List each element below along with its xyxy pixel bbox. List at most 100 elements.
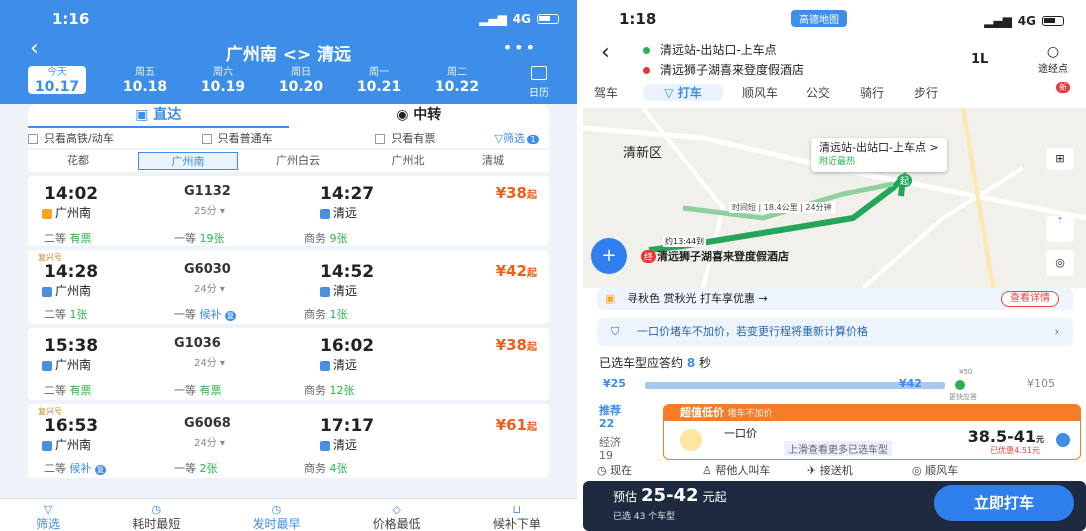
calendar-button[interactable]: 日历 xyxy=(529,66,549,99)
end-location: 清远狮子湖喜来登度假酒店 xyxy=(660,63,805,77)
tab-transfer[interactable]: ◉ 中转 xyxy=(289,104,550,128)
date-tab[interactable]: 周五 10.18 xyxy=(106,66,184,94)
offer-header: 超值低价 堵车不加价 xyxy=(664,405,1080,421)
station-option[interactable]: 广州白云 xyxy=(248,152,348,170)
arrival-time: 17:17 xyxy=(320,416,375,436)
promo-detail-button[interactable]: 查看详情 xyxy=(1001,291,1059,307)
offer-subtitle: 堵车不加价 xyxy=(727,409,773,419)
station-option[interactable]: 广州南 xyxy=(138,152,238,170)
waitlist-tab[interactable]: ⊔ 候补下单 xyxy=(493,503,541,531)
date-tab[interactable]: 今天 10.17 xyxy=(28,66,86,94)
app-badge[interactable]: 高德地图 xyxy=(791,10,847,27)
filter-button[interactable]: ▽筛选 1 xyxy=(495,130,539,146)
end-station-icon xyxy=(320,208,330,219)
coin-icon xyxy=(680,429,702,451)
layers-icon[interactable]: ⊞ xyxy=(1046,148,1074,170)
from-station: 广州南 xyxy=(42,282,91,299)
train-number: G6068 xyxy=(184,416,231,431)
bottom-label: 价格最低 xyxy=(372,517,421,531)
slider-handle[interactable] xyxy=(955,380,965,390)
seat-availability: 二等 候补 复 一等 2张 商务 4张 xyxy=(44,460,434,476)
locate-icon[interactable]: ◎ xyxy=(1046,250,1074,276)
selected-check-icon[interactable] xyxy=(1056,433,1070,447)
seat-status: 2张 xyxy=(199,462,218,475)
duration: 24分 ▾ xyxy=(194,358,225,369)
tab-taxi[interactable]: ▽ 打车 xyxy=(643,84,723,101)
sort-duration-tab[interactable]: ◷ 耗时最短 xyxy=(132,503,180,531)
sort-departure-tab[interactable]: ◷ 发时最早 xyxy=(252,503,300,531)
bottom-label: 发时最早 xyxy=(252,517,301,531)
train-card[interactable]: 复兴号 16:53 G6068 24分 ▾ 17:17 广州南 清远 ¥61起 … xyxy=(28,404,549,478)
tab-walk[interactable]: 步行 xyxy=(899,84,953,101)
promo-banner[interactable]: ▣ 寻秋色 赏秋光 打车享优惠 → 查看详情 xyxy=(597,288,1073,310)
seat-business: 商务 12张 xyxy=(304,382,434,398)
train-number: G1036 xyxy=(174,336,221,351)
battery-icon xyxy=(537,14,559,24)
pickup-callout[interactable]: 清远站-出站口-上车点 > 附近最热 xyxy=(811,138,947,172)
tab-bike[interactable]: 骑行 xyxy=(845,84,899,101)
route-select-icon[interactable]: ⇡ xyxy=(1046,216,1074,242)
station-option[interactable]: 清城 xyxy=(468,152,518,170)
train-card[interactable]: 复兴号 14:28 G6030 24分 ▾ 14:52 广州南 清远 ¥42起 … xyxy=(28,250,549,324)
train-card[interactable]: 15:38 G1036 24分 ▾ 16:02 广州南 清远 ¥38起 二等 有… xyxy=(28,328,549,400)
filter-high-speed[interactable]: 只看高铁/动车 xyxy=(28,130,202,146)
more-icon[interactable]: ••• xyxy=(503,38,537,57)
seat-status: 1张 xyxy=(69,308,88,321)
date-tab[interactable]: 周二 10.22 xyxy=(418,66,496,94)
option-now[interactable]: ◷ 现在 xyxy=(597,462,702,478)
end-station-icon xyxy=(320,286,330,297)
price-slider[interactable]: ¥25 ¥42 ¥50 更快应答 ¥105 xyxy=(597,368,1073,401)
network-label: 4G xyxy=(512,12,531,26)
option-label: 帮他人叫车 xyxy=(715,464,771,477)
offer-card[interactable]: 超值低价 堵车不加价 一口价 38.5-41元 已优惠4.51元 上滑查看更多已… xyxy=(663,404,1081,460)
swap-button[interactable]: 1L xyxy=(971,52,988,67)
category-count: 19 xyxy=(599,449,613,462)
price-unit: 起 xyxy=(527,342,537,353)
station-filter: 花都 广州南 广州白云 广州北 清城 xyxy=(28,150,549,172)
from-station: 广州南 xyxy=(42,204,91,221)
response-time: 已选车型应答约 8 秒 xyxy=(599,354,711,371)
estimate: 预估 25-42 元起 xyxy=(613,485,727,506)
option-for-others[interactable]: ♙ 帮他人叫车 xyxy=(702,462,807,478)
tab-carpool[interactable]: 顺风车 xyxy=(733,84,787,101)
date-tab[interactable]: 周六 10.19 xyxy=(184,66,262,94)
funnel-icon: ▽ xyxy=(494,132,503,145)
filter-tab[interactable]: ▽ 筛选 xyxy=(36,503,60,531)
back-button[interactable]: ‹ xyxy=(601,40,610,65)
shield-icon: ⛉ xyxy=(611,325,620,338)
date-tab[interactable]: 周日 10.20 xyxy=(262,66,340,94)
start-field[interactable]: 清远站-出站口-上车点 xyxy=(643,40,804,60)
tag-icon: ◇ xyxy=(392,503,401,516)
duration-text: 24分 xyxy=(194,438,217,449)
departure-time: 16:53 xyxy=(44,416,99,436)
route-map[interactable]: 清新区 清远站-出站口-上车点 > 附近最热 起 时间短 | 18.4公里 | 2… xyxy=(583,108,1086,288)
bottom-action-bar: 预估 25-42 元起 已选 43 个车型 立即打车 xyxy=(583,481,1086,531)
via-button[interactable]: ○ 途经点 xyxy=(1038,44,1068,75)
seat-first: 一等 2张 xyxy=(174,460,304,476)
shield-icon[interactable]: + xyxy=(591,238,627,274)
seat-second: 二等 有票 xyxy=(44,230,174,246)
tab-bus[interactable]: 公交 xyxy=(791,84,845,101)
clock-icon: ◷ xyxy=(271,503,282,516)
seat-class: 二等 xyxy=(44,232,66,245)
station-option[interactable]: 广州北 xyxy=(358,152,458,170)
network-label: 4G xyxy=(1017,14,1036,28)
end-field[interactable]: 清远狮子湖喜来登度假酒店 xyxy=(643,60,804,80)
station-option[interactable]: 花都 xyxy=(28,152,128,170)
date-tab[interactable]: 周一 10.21 xyxy=(340,66,418,94)
seat-class: 二等 xyxy=(44,384,66,397)
category-economy[interactable]: 经济 19 xyxy=(599,436,621,462)
tab-direct[interactable]: ▣ 直达 xyxy=(28,104,289,128)
filter-normal[interactable]: 只看普通车 xyxy=(201,130,376,146)
call-taxi-button[interactable]: 立即打车 xyxy=(934,485,1074,521)
option-airport[interactable]: ✈ 接送机 xyxy=(807,462,912,478)
category-recommend[interactable]: 推荐 22 xyxy=(599,404,621,430)
fixed-price-notice[interactable]: ⛉ 一口价堵车不加价，若变更行程将重新计算价格 › xyxy=(597,318,1073,346)
price: ¥38起 xyxy=(495,336,537,354)
seat-class: 一等 xyxy=(174,462,196,475)
train-card[interactable]: 14:02 G1132 25分 ▾ 14:27 广州南 清远 ¥38起 二等 有… xyxy=(28,176,549,246)
option-carpool[interactable]: ◎ 顺风车 xyxy=(912,462,1017,478)
sort-price-tab[interactable]: ◇ 价格最低 xyxy=(373,503,421,531)
tab-drive[interactable]: 驾车 xyxy=(583,84,629,101)
seat-first: 一等 候补 复 xyxy=(174,306,304,322)
